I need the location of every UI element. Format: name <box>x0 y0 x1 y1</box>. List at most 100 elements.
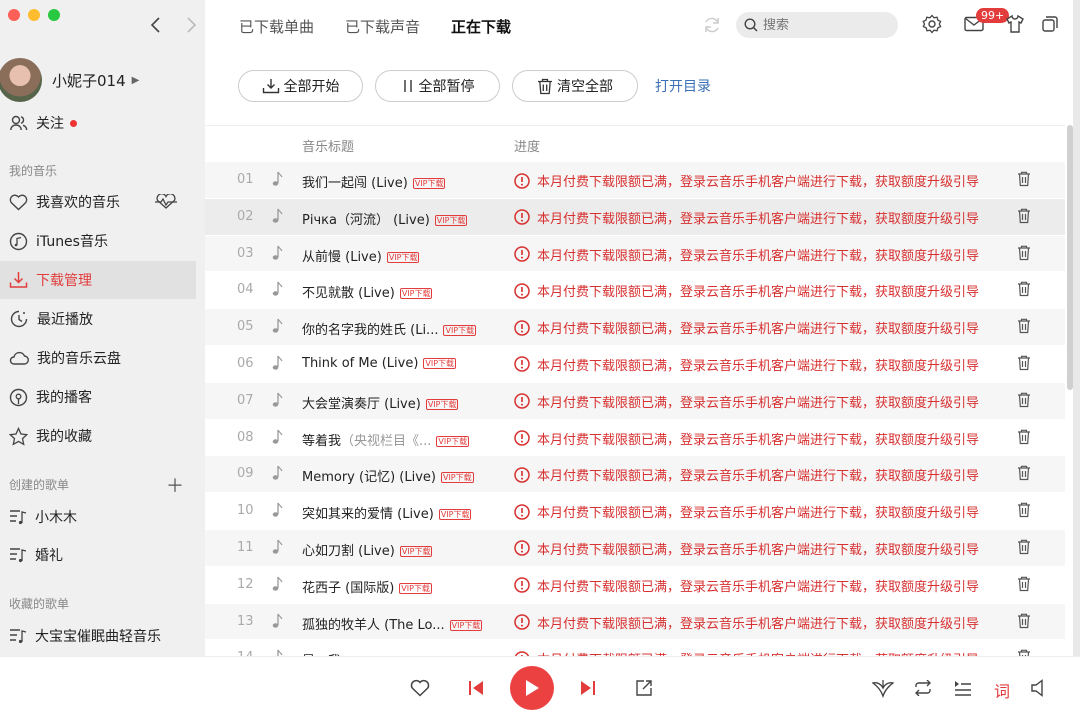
download-status: 本月付费下载限额已满，登录云音乐手机客户端进行下载，获取额度升级引导 <box>514 208 979 227</box>
song-subtitle: （央视栏目《... <box>341 433 432 449</box>
delete-trash-icon[interactable] <box>1017 355 1031 375</box>
table-row[interactable]: 12 花西子 (国际版) VIP下载 本月付费下载限额已满，登录云音乐手机客户端进行下… <box>205 567 1065 604</box>
status-text: 本月付费下载限额已满，登录云音乐手机客户端进行下载，获取额度升级引导 <box>537 175 980 190</box>
delete-trash-icon[interactable] <box>1017 649 1031 656</box>
sidebar-item-cloud[interactable]: 我的音乐云盘 <box>0 339 196 377</box>
table-row[interactable]: 08 等着我（央视栏目《... VIP下载 本月付费下载限额已满，登录云音乐手机客户端… <box>205 420 1065 457</box>
tab-downloaded-songs[interactable]: 已下载单曲 <box>239 16 314 37</box>
vip-download-badge: VIP下载 <box>440 472 474 484</box>
clear-all-button[interactable]: 清空全部 <box>512 70 638 102</box>
heartbeat-mode-icon[interactable] <box>154 194 178 210</box>
search-input[interactable] <box>763 17 893 33</box>
download-status: 本月付费下载限额已满，登录云音乐手机客户端进行下载，获取额度升级引导 <box>514 613 979 632</box>
next-track-icon[interactable] <box>580 680 596 696</box>
music-disc-icon <box>9 232 28 250</box>
refresh-icon[interactable] <box>703 16 721 34</box>
back-icon[interactable] <box>149 16 161 34</box>
sidebar-item-liked-music[interactable]: 我喜欢的音乐 <box>0 183 196 221</box>
previous-track-icon[interactable] <box>468 680 484 696</box>
tab-downloaded-audio[interactable]: 已下载声音 <box>345 16 420 37</box>
username[interactable]: 小妮子014 <box>52 70 126 91</box>
forward-icon[interactable] <box>186 16 198 34</box>
tab-downloading[interactable]: 正在下载 <box>451 16 511 37</box>
sidebar-item-itunes[interactable]: iTunes音乐 <box>0 222 196 260</box>
table-row[interactable]: 05 你的名字我的姓氏 (Li... VIP下载 本月付费下载限额已满，登录云音乐手机… <box>205 309 1065 346</box>
status-text: 本月付费下载限额已满，登录云音乐手机客户端进行下载，获取额度升级引导 <box>537 542 980 558</box>
pause-all-button[interactable]: 全部暂停 <box>375 70 500 102</box>
open-directory-link[interactable]: 打开目录 <box>655 76 711 96</box>
sidebar-item-podcast[interactable]: 我的播客 <box>0 378 196 416</box>
table-row[interactable]: 04 不见就散 (Live) VIP下载 本月付费下载限额已满，登录云音乐手机客户端进… <box>205 272 1065 310</box>
sidebar-item-label: 大宝宝催眠曲轻音乐 <box>35 629 161 645</box>
skin-icon[interactable] <box>1005 14 1025 34</box>
table-row[interactable]: 02 Річка（河流） (Live) VIP下载 本月付费下载限额已满，登录云音乐手… <box>205 198 1065 236</box>
download-status: 本月付费下载限额已满，登录云音乐手机客户端进行下载，获取额度升级引导 <box>514 576 979 595</box>
music-note-icon <box>271 539 283 559</box>
lyrics-button[interactable]: 词 <box>994 678 1010 702</box>
settings-icon[interactable] <box>922 14 942 34</box>
add-playlist-button[interactable]: ＋ <box>166 472 184 498</box>
delete-trash-icon[interactable] <box>1017 318 1031 338</box>
follow-item[interactable]: 关注 <box>10 113 77 133</box>
play-button[interactable] <box>510 666 554 710</box>
table-row[interactable]: 13 孤独的牧羊人 (The Lo... VIP下载 本月付费下载限额已满，登录云音乐… <box>205 603 1065 641</box>
user-profile[interactable]: 小妮子014 ▶ <box>0 58 139 102</box>
playlist-icon <box>10 629 27 644</box>
share-icon[interactable] <box>635 679 653 697</box>
table-row[interactable]: 01 我们一起闯 (Live) VIP下载 本月付费下载限额已满，登录云音乐手机客户端… <box>205 162 1065 199</box>
delete-trash-icon[interactable] <box>1017 613 1031 633</box>
song-title-cell: 不见就散 (Live) VIP下载 <box>302 282 433 301</box>
delete-trash-icon[interactable] <box>1017 465 1031 485</box>
player-bar: 词 <box>0 656 1080 719</box>
search-icon <box>744 18 758 32</box>
zoom-window-button[interactable] <box>48 9 60 21</box>
delete-trash-icon[interactable] <box>1017 576 1031 596</box>
sidebar-item-downloads[interactable]: 下载管理 <box>0 261 196 299</box>
sidebar-item-label: 我喜欢的音乐 <box>36 195 120 211</box>
like-icon[interactable] <box>410 679 430 697</box>
delete-trash-icon[interactable] <box>1017 281 1031 301</box>
column-header-progress[interactable]: 进度 <box>514 136 540 155</box>
play-queue-icon[interactable] <box>954 680 972 696</box>
table-row[interactable]: 10 突如其来的爱情 (Live) VIP下载 本月付费下载限额已满，登录云音乐手机客… <box>205 493 1065 530</box>
repeat-icon[interactable] <box>913 680 933 696</box>
caret-right-icon[interactable]: ▶ <box>132 75 140 86</box>
sound-effect-icon[interactable] <box>872 678 894 698</box>
volume-icon[interactable] <box>1030 679 1046 697</box>
table-row[interactable]: 14是…我…VIP下载本月付费下载限额已满，登录云音乐手机客户端进行下载，获取额… <box>205 640 1065 656</box>
table-row[interactable]: 11 心如刀割 (Live) VIP下载 本月付费下载限额已满，登录云音乐手机客户端进… <box>205 529 1065 567</box>
column-header-title[interactable]: 音乐标题 <box>302 136 354 155</box>
download-status: 本月付费下载限额已满，登录云音乐手机客户端进行下载，获取额度升级引导 <box>514 429 979 448</box>
delete-trash-icon[interactable] <box>1017 429 1031 449</box>
sidebar-item-favorites[interactable]: 我的收藏 <box>0 417 196 455</box>
table-row[interactable]: 03 从前慢 (Live) VIP下载 本月付费下载限额已满，登录云音乐手机客户端进行… <box>205 235 1065 273</box>
sidebar-item-recent[interactable]: 最近播放 <box>0 300 196 338</box>
table-row[interactable]: 09 Memory (记忆) (Live) VIP下载 本月付费下载限额已满，登录云音… <box>205 456 1065 494</box>
table-row[interactable]: 06 Think of Me (Live) VIP下载 本月付费下载限额已满，登录云音… <box>205 346 1065 383</box>
song-title-cell: 你的名字我的姓氏 (Li... VIP下载 <box>302 319 477 338</box>
sidebar-playlist-item[interactable]: 大宝宝催眠曲轻音乐 <box>0 617 196 655</box>
status-text: 本月付费下载限额已满，登录云音乐手机客户端进行下载，获取额度升级引导 <box>537 506 980 522</box>
start-all-button[interactable]: 全部开始 <box>238 70 363 102</box>
minimize-window-button[interactable] <box>28 9 40 21</box>
sidebar-playlist-item[interactable]: 小木木 <box>0 498 196 536</box>
vip-download-badge: VIP下载 <box>434 214 468 226</box>
alert-icon <box>514 283 537 299</box>
song-title: 心如刀割 (Live) <box>302 543 395 559</box>
mini-mode-icon[interactable] <box>1042 16 1058 32</box>
delete-trash-icon[interactable] <box>1017 392 1031 412</box>
table-row[interactable]: 07 大会堂演奏厅 (Live) VIP下载 本月付费下载限额已满，登录云音乐手机客户… <box>205 382 1065 420</box>
sidebar-item-label: 我的音乐云盘 <box>37 351 121 367</box>
avatar[interactable] <box>0 58 42 102</box>
sidebar-playlist-item[interactable]: 婚礼 <box>0 536 196 574</box>
delete-trash-icon[interactable] <box>1017 502 1031 522</box>
delete-trash-icon[interactable] <box>1017 171 1031 191</box>
start-all-label: 全部开始 <box>283 79 340 95</box>
delete-trash-icon[interactable] <box>1017 245 1031 265</box>
close-window-button[interactable] <box>8 9 20 21</box>
delete-trash-icon[interactable] <box>1017 539 1031 559</box>
pause-all-label: 全部暂停 <box>418 79 475 95</box>
delete-trash-icon[interactable] <box>1017 208 1031 228</box>
status-text: 本月付费下载限额已满，登录云音乐手机客户端进行下载，获取额度升级引导 <box>537 358 980 374</box>
search-box[interactable] <box>736 12 898 38</box>
